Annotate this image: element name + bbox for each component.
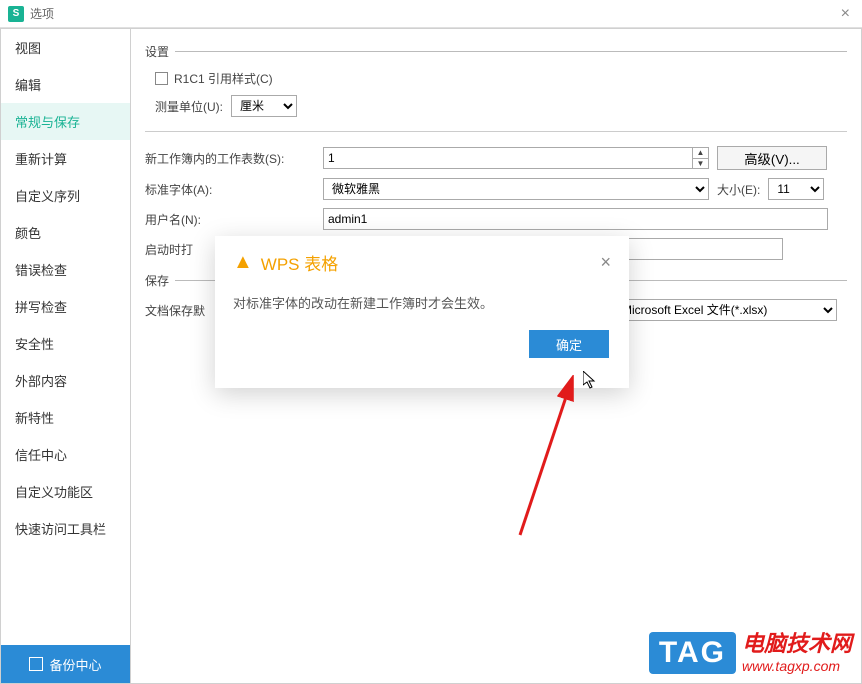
sidebar-item-external[interactable]: 外部内容 <box>1 362 130 399</box>
sidebar-item-customize-ribbon[interactable]: 自定义功能区 <box>1 473 130 510</box>
sheets-input[interactable] <box>324 148 692 168</box>
section-settings-label: 设置 <box>145 43 169 60</box>
section-save-label: 保存 <box>145 272 169 289</box>
font-label: 标准字体(A): <box>145 181 315 198</box>
sidebar-item-custom-lists[interactable]: 自定义序列 <box>1 177 130 214</box>
sidebar-item-new-features[interactable]: 新特性 <box>1 399 130 436</box>
font-select[interactable]: 微软雅黑 <box>323 178 709 200</box>
watermark-line2: www.tagxp.com <box>742 658 852 674</box>
sidebar-list: 视图 编辑 常规与保存 重新计算 自定义序列 颜色 错误检查 拼写检查 安全性 … <box>1 29 130 645</box>
save-type-select[interactable]: Microsoft Excel 文件(*.xlsx) <box>613 299 837 321</box>
measure-label: 测量单位(U): <box>155 98 223 115</box>
spin-up-icon[interactable]: ▲ <box>693 148 708 159</box>
row-measure: 测量单位(U): 厘米 <box>155 95 847 117</box>
dialog-close-icon[interactable]: × <box>600 252 611 273</box>
sidebar-item-trust-center[interactable]: 信任中心 <box>1 436 130 473</box>
window-title: 选项 <box>30 5 54 22</box>
sidebar-item-general-save[interactable]: 常规与保存 <box>1 103 130 140</box>
sheets-spinner[interactable]: ▲▼ <box>323 147 709 169</box>
save-default-label: 文档保存默 <box>145 302 205 319</box>
row-font: 标准字体(A): 微软雅黑 大小(E): 11 <box>145 178 847 200</box>
watermark-line1: 电脑技术网 <box>742 626 852 658</box>
row-username: 用户名(N): <box>145 208 847 230</box>
watermark-text: 电脑技术网 www.tagxp.com <box>742 626 852 674</box>
row-sheets: 新工作簿内的工作表数(S): ▲▼ 高级(V)... <box>145 146 847 170</box>
dialog-footer: 确定 <box>215 322 629 370</box>
sheets-spin-buttons[interactable]: ▲▼ <box>692 148 708 168</box>
window-close-icon[interactable]: × <box>837 5 854 23</box>
sheets-label: 新工作簿内的工作表数(S): <box>145 150 315 167</box>
sidebar-item-color[interactable]: 颜色 <box>1 214 130 251</box>
sidebar: 视图 编辑 常规与保存 重新计算 自定义序列 颜色 错误检查 拼写检查 安全性 … <box>1 29 131 683</box>
spin-down-icon[interactable]: ▼ <box>693 159 708 169</box>
dialog-head: ▲ WPS 表格 × <box>215 236 629 283</box>
size-label: 大小(E): <box>717 181 760 198</box>
ok-button[interactable]: 确定 <box>529 330 609 358</box>
backup-center-button[interactable]: 备份中心 <box>1 645 130 683</box>
watermark-tag-box: TAG <box>649 632 736 674</box>
dialog-title: WPS 表格 <box>261 250 338 275</box>
sidebar-item-security[interactable]: 安全性 <box>1 325 130 362</box>
sidebar-item-recalc[interactable]: 重新计算 <box>1 140 130 177</box>
row-r1c1: R1C1 引用样式(C) <box>155 70 847 87</box>
sidebar-item-quick-access[interactable]: 快速访问工具栏 <box>1 510 130 547</box>
dialog-message: 对标准字体的改动在新建工作簿时才会生效。 <box>215 283 629 322</box>
size-select[interactable]: 11 <box>768 178 824 200</box>
section-settings: 设置 <box>145 43 847 60</box>
open-label: 启动时打 <box>145 241 205 258</box>
r1c1-checkbox[interactable] <box>155 72 168 85</box>
section-line <box>175 51 847 52</box>
r1c1-label: R1C1 引用样式(C) <box>174 70 273 87</box>
sidebar-item-spell-check[interactable]: 拼写检查 <box>1 288 130 325</box>
sidebar-item-error-check[interactable]: 错误检查 <box>1 251 130 288</box>
window-titlebar: S 选项 × <box>0 0 862 28</box>
message-dialog: ▲ WPS 表格 × 对标准字体的改动在新建工作簿时才会生效。 确定 <box>215 236 629 388</box>
app-icon: S <box>8 6 24 22</box>
measure-select[interactable]: 厘米 <box>231 95 297 117</box>
backup-label: 备份中心 <box>49 655 101 674</box>
username-input[interactable] <box>323 208 828 230</box>
backup-icon <box>29 657 43 671</box>
advanced-button[interactable]: 高级(V)... <box>717 146 827 170</box>
sidebar-item-edit[interactable]: 编辑 <box>1 66 130 103</box>
watermark-badge: TAG 电脑技术网 www.tagxp.com <box>649 626 852 674</box>
separator-1 <box>145 131 847 132</box>
warning-icon: ▲ <box>233 251 253 274</box>
username-label: 用户名(N): <box>145 211 315 228</box>
sidebar-item-view[interactable]: 视图 <box>1 29 130 66</box>
